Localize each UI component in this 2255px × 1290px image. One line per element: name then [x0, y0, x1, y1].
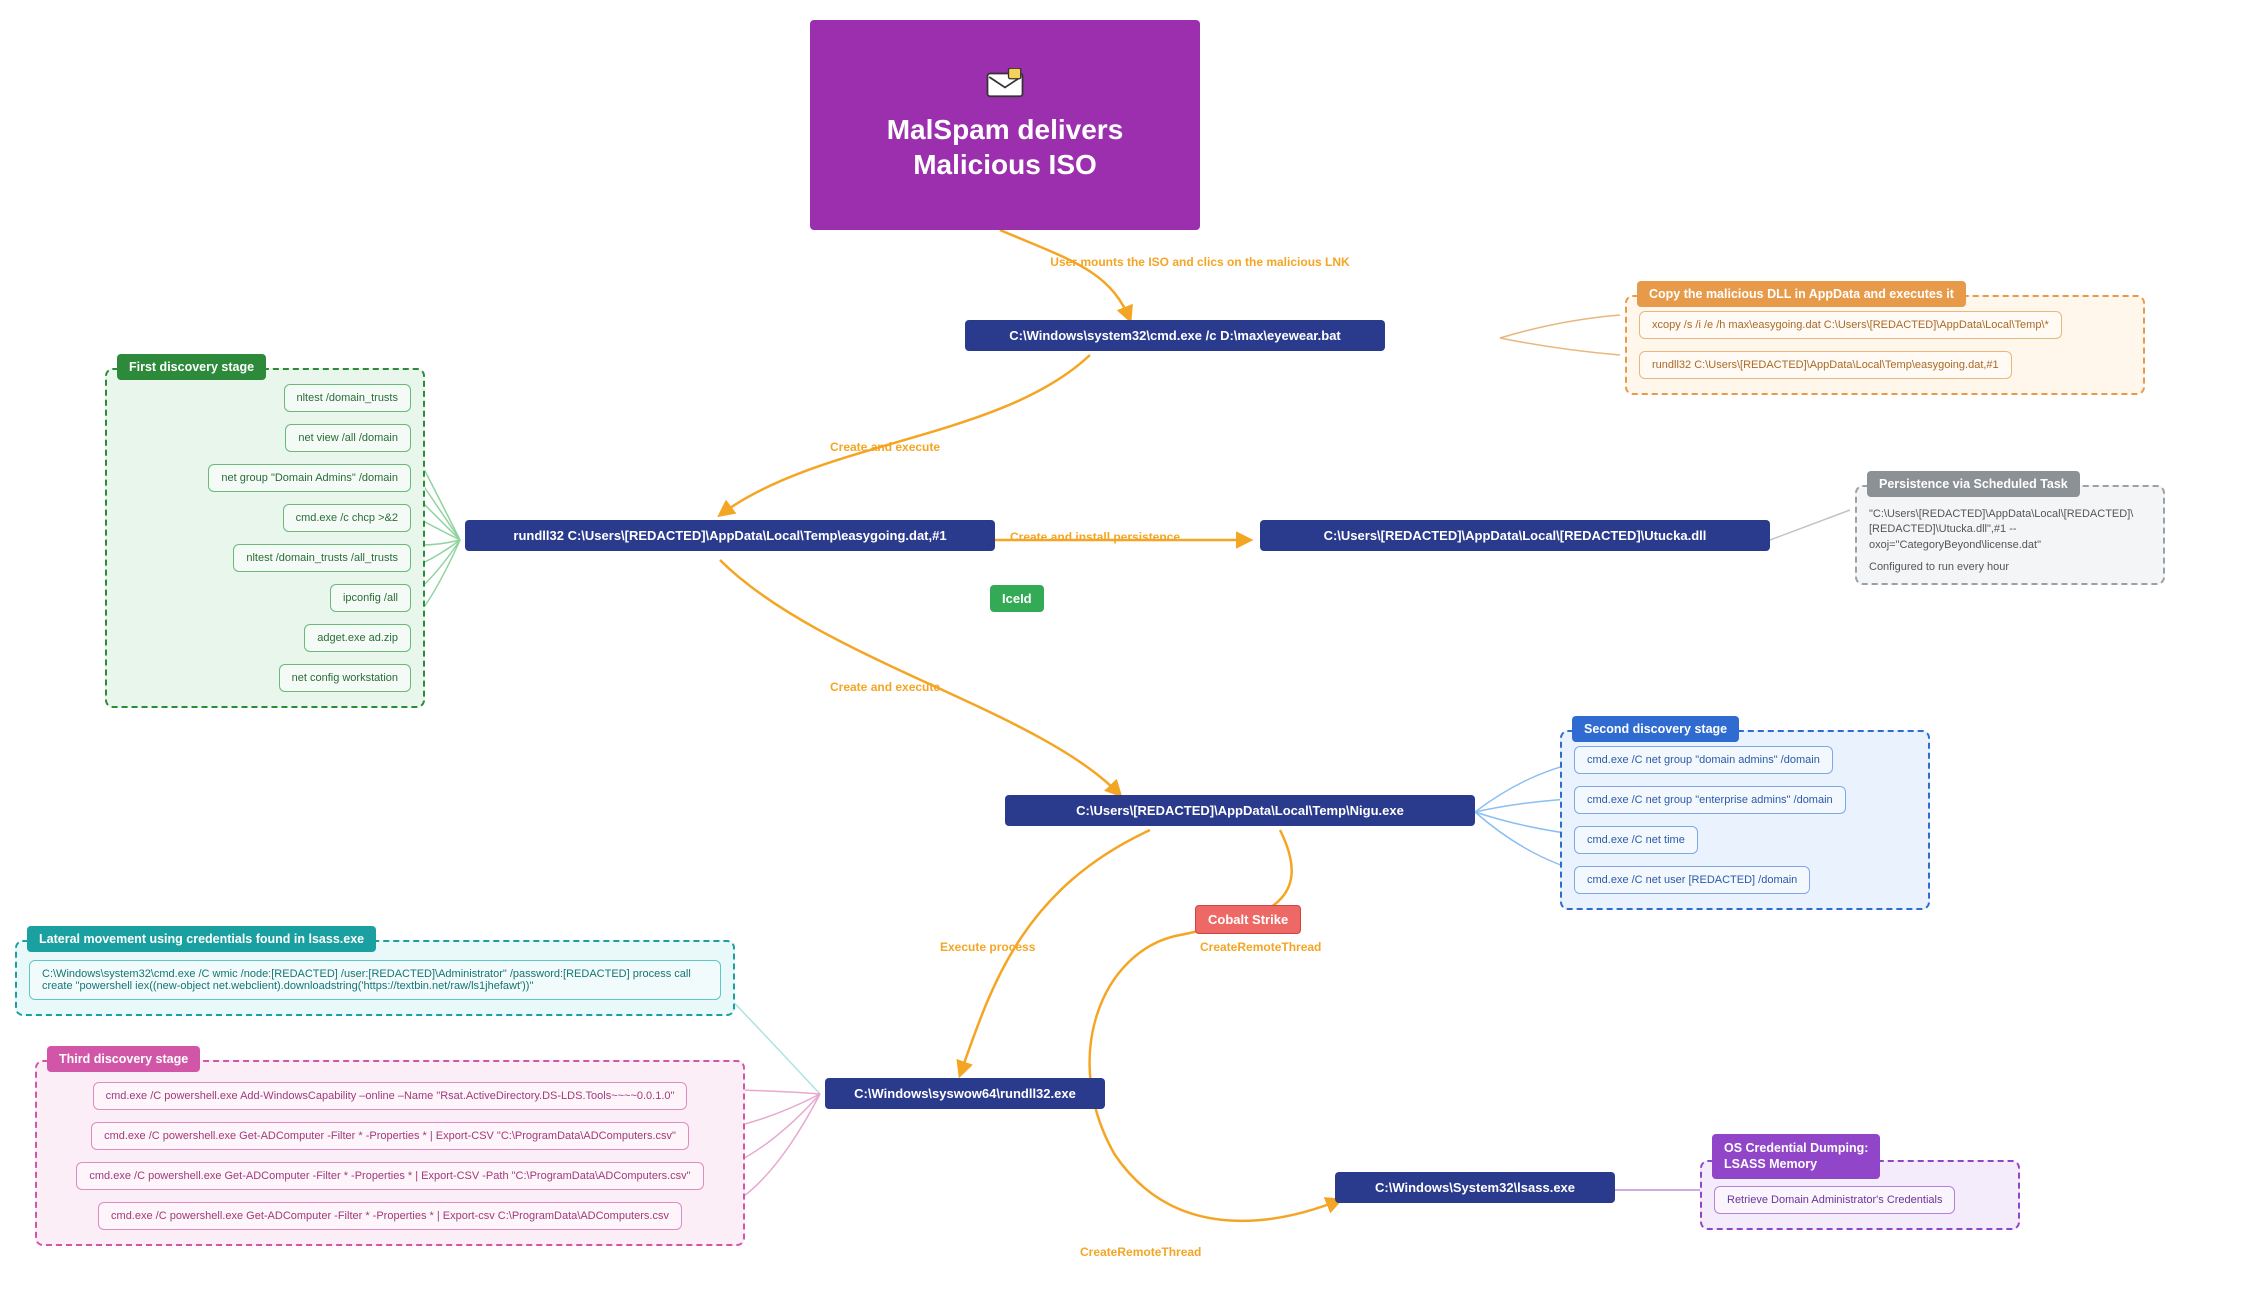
cmd-pill: cmd.exe /C net time [1574, 826, 1698, 854]
group-second-discovery: Second discovery stage cmd.exe /C net gr… [1560, 730, 1930, 910]
group-header: OS Credential Dumping:LSASS Memory [1712, 1134, 1880, 1179]
cmd-pill: cmd.exe /C net group "domain admins" /do… [1574, 746, 1833, 774]
edge-label-persist: Create and install persistence [1010, 530, 1180, 544]
group-first-discovery: First discovery stage nltest /domain_tru… [105, 368, 425, 708]
cmd-pill: cmd.exe /C net user [REDACTED] /domain [1574, 866, 1810, 894]
group-header: Persistence via Scheduled Task [1867, 471, 2080, 497]
cmd-pill: cmd.exe /C powershell.exe Get-ADComputer… [76, 1162, 703, 1190]
persist-line1: "C:\Users\[REDACTED]\AppData\Local\[REDA… [1869, 507, 2151, 553]
edge-label-ce1: Create and execute [830, 440, 940, 454]
cmd-pill: rundll32 C:\Users\[REDACTED]\AppData\Loc… [1639, 351, 2012, 379]
cmd-pill: xcopy /s /i /e /h max\easygoing.dat C:\U… [1639, 311, 2062, 339]
group-header: First discovery stage [117, 354, 266, 380]
root-node[interactable]: MalSpam delivers Malicious ISO [810, 20, 1200, 230]
cmd-pill: cmd.exe /C powershell.exe Add-WindowsCap… [93, 1082, 688, 1110]
edge-label-crt2: CreateRemoteThread [1080, 1245, 1201, 1259]
cmd-pill: adget.exe ad.zip [304, 624, 411, 652]
group-header: Second discovery stage [1572, 716, 1739, 742]
node-lsass[interactable]: C:\Windows\System32\lsass.exe [1335, 1172, 1615, 1203]
root-title-l2: Malicious ISO [913, 147, 1097, 182]
cmd-pill: Retrieve Domain Administrator's Credenti… [1714, 1186, 1955, 1214]
persist-line2: Configured to run every hour [1869, 561, 2151, 573]
tag-cobalt: Cobalt Strike [1195, 905, 1301, 934]
node-nigu[interactable]: C:\Users\[REDACTED]\AppData\Local\Temp\N… [1005, 795, 1475, 826]
group-third-discovery: Third discovery stage cmd.exe /C powersh… [35, 1060, 745, 1246]
tag-iceid: IceId [990, 585, 1044, 612]
cmd-pill: nltest /domain_trusts [284, 384, 412, 412]
mail-icon [984, 68, 1026, 100]
node-utucka[interactable]: C:\Users\[REDACTED]\AppData\Local\[REDAC… [1260, 520, 1770, 551]
group-persistence: Persistence via Scheduled Task "C:\Users… [1855, 485, 2165, 585]
edge-label-crt1: CreateRemoteThread [1200, 940, 1321, 954]
group-header: Lateral movement using credentials found… [27, 926, 376, 952]
group-copy-dll: Copy the malicious DLL in AppData and ex… [1625, 295, 2145, 395]
root-title-l1: MalSpam delivers [887, 112, 1124, 147]
node-cmd[interactable]: C:\Windows\system32\cmd.exe /c D:\max\ey… [965, 320, 1385, 351]
cmd-pill: net view /all /domain [285, 424, 411, 452]
cmd-pill: cmd.exe /c chcp >&2 [283, 504, 411, 532]
cmd-pill: ipconfig /all [330, 584, 411, 612]
group-cred-dump: OS Credential Dumping:LSASS Memory Retri… [1700, 1160, 2020, 1230]
cmd-pill: cmd.exe /C powershell.exe Get-ADComputer… [91, 1122, 689, 1150]
cmd-pill: C:\Windows\system32\cmd.exe /C wmic /nod… [29, 960, 721, 1000]
cmd-pill: cmd.exe /C powershell.exe Get-ADComputer… [98, 1202, 682, 1230]
cmd-pill: cmd.exe /C net group "enterprise admins"… [1574, 786, 1846, 814]
cmd-pill: net config workstation [279, 664, 411, 692]
node-rundll[interactable]: rundll32 C:\Users\[REDACTED]\AppData\Loc… [465, 520, 995, 551]
edge-label-mount: User mounts the ISO and clics on the mal… [1040, 255, 1360, 269]
cmd-pill: net group "Domain Admins" /domain [208, 464, 411, 492]
edge-label-exec: Execute process [940, 940, 1035, 954]
edge-label-ce2: Create and execute [830, 680, 940, 694]
node-syswow[interactable]: C:\Windows\syswow64\rundll32.exe [825, 1078, 1105, 1109]
cmd-pill: nltest /domain_trusts /all_trusts [233, 544, 411, 572]
group-header: Third discovery stage [47, 1046, 200, 1072]
group-header: Copy the malicious DLL in AppData and ex… [1637, 281, 1966, 307]
group-lateral: Lateral movement using credentials found… [15, 940, 735, 1016]
